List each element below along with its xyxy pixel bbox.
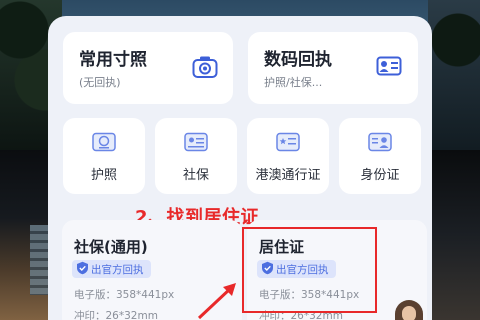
doc-type-passport[interactable]: 护照 [63,118,145,194]
official-receipt-badge: 出官方回执 [72,260,151,278]
id-card-photo-icon [367,132,393,152]
electronic-size: 电子版：358*441px [74,289,175,301]
digital-receipt-subtitle: 护照/社保... [264,76,323,89]
common-photo-subtitle: (无回执) [79,76,121,89]
doc-type-label: 护照 [90,168,117,183]
common-photo-title: 常用寸照 [79,50,147,70]
passport-icon [91,132,117,152]
digital-receipt-title: 数码回执 [264,50,332,70]
doc-type-label: 社保 [182,168,209,183]
shield-check-icon [76,260,89,279]
sample-photo-thumbnail [395,300,423,320]
doc-type-label: 身份证 [360,168,400,183]
common-photo-card[interactable]: 常用寸照 (无回执) [63,32,233,104]
travel-permit-icon [275,132,301,152]
print-size: 冲印：26*32mm [74,310,158,320]
digital-receipt-card[interactable]: 数码回执 护照/社保... [248,32,418,104]
social-security-card-icon [183,132,209,152]
camera-icon [191,54,219,80]
doc-type-id-card[interactable]: 身份证 [339,118,421,194]
thumbnail-face [402,306,416,320]
spec-card-title: 社保(通用) [74,238,148,256]
background-street-right [428,150,480,320]
badge-label: 出官方回执 [91,263,144,276]
doc-type-hk-macau-permit[interactable]: 港澳通行证 [247,118,329,194]
doc-type-label: 港澳通行证 [255,168,321,183]
background-trees-right [428,0,480,150]
doc-type-social-security[interactable]: 社保 [155,118,237,194]
pointer-arrow-icon [197,283,236,320]
id-card-icon [375,54,403,78]
highlight-box [242,227,377,313]
